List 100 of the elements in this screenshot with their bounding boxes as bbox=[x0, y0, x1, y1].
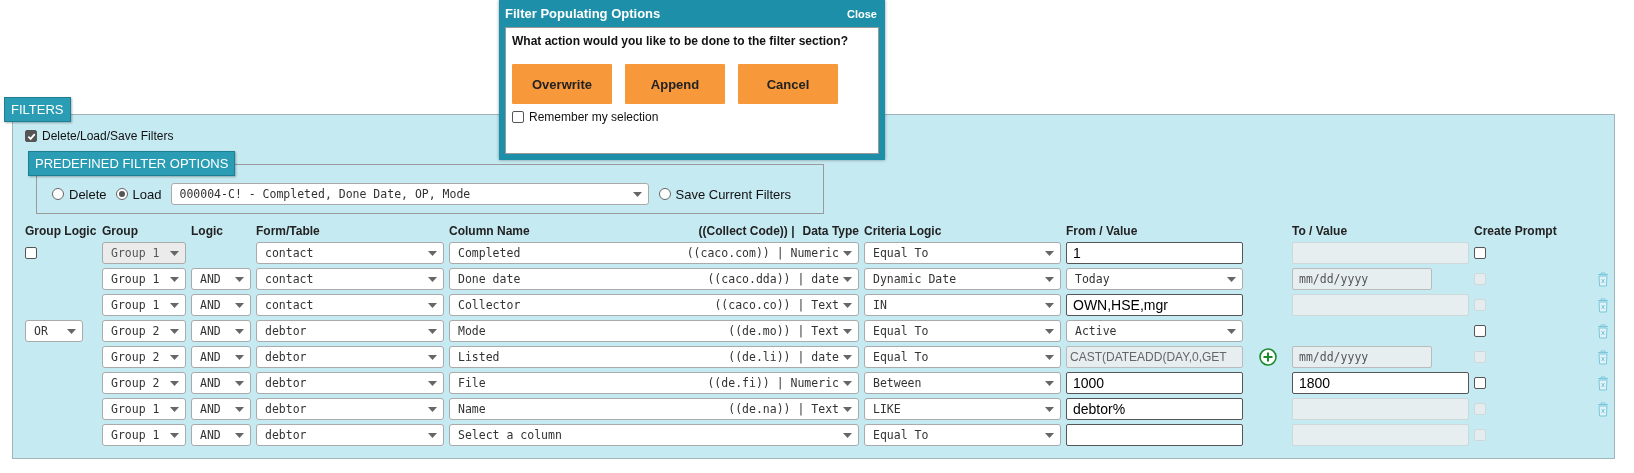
filter-select[interactable]: 000004-C! - Completed, Done Date, OP, Mode bbox=[170, 183, 649, 205]
checkbox-label: Delete/Load/Save Filters bbox=[42, 129, 174, 143]
group-select[interactable]: Group 1 bbox=[102, 268, 186, 290]
logic-select[interactable]: AND bbox=[191, 294, 251, 316]
criteria-select[interactable]: Equal To bbox=[864, 320, 1061, 342]
caret-icon bbox=[428, 276, 437, 282]
column-header: Create Prompt bbox=[1474, 224, 1558, 238]
criteria-select[interactable]: Equal To bbox=[864, 346, 1061, 368]
prompt-checkbox[interactable] bbox=[1474, 247, 1486, 259]
add-icon[interactable] bbox=[1258, 348, 1277, 366]
caret-icon bbox=[67, 328, 76, 334]
prompt-checkbox[interactable] bbox=[1474, 325, 1486, 337]
caret-icon bbox=[235, 432, 244, 438]
table-select[interactable]: debtor bbox=[256, 398, 444, 420]
table-select[interactable]: debtor bbox=[256, 320, 444, 342]
group-logic-checkbox[interactable] bbox=[25, 247, 37, 259]
column-select[interactable]: Completed ((caco.com)) | Numeric bbox=[449, 242, 859, 264]
caret-icon bbox=[170, 432, 179, 438]
group-logic-select[interactable]: OR bbox=[25, 320, 83, 342]
delete-icon[interactable] bbox=[1597, 297, 1609, 313]
column-select[interactable]: Collector ((caco.co)) | Text bbox=[449, 294, 859, 316]
value-select[interactable]: Active bbox=[1066, 320, 1243, 342]
caret-icon bbox=[843, 276, 852, 282]
caret-icon bbox=[428, 354, 437, 360]
criteria-select[interactable]: Equal To bbox=[864, 424, 1061, 446]
criteria-select[interactable]: Dynamic Date bbox=[864, 268, 1061, 290]
delete-icon[interactable] bbox=[1597, 349, 1609, 365]
action-button[interactable]: Cancel bbox=[738, 64, 838, 104]
value-field[interactable]: 1 bbox=[1066, 242, 1243, 264]
column-header: Data Type bbox=[802, 224, 859, 238]
logic-select[interactable]: AND bbox=[191, 268, 251, 290]
caret-icon bbox=[428, 250, 437, 256]
value-select[interactable]: Today bbox=[1066, 268, 1243, 290]
criteria-select[interactable]: Between bbox=[864, 372, 1061, 394]
column-select[interactable]: Mode ((de.mo)) | Text bbox=[449, 320, 859, 342]
group-select[interactable]: Group 2 bbox=[102, 320, 186, 342]
logic-select[interactable]: AND bbox=[191, 372, 251, 394]
to-value-field[interactable] bbox=[1292, 294, 1469, 316]
value-field[interactable]: debtor% bbox=[1066, 398, 1243, 420]
caret-icon bbox=[235, 354, 244, 360]
value-field[interactable]: CAST(DATEADD(DAY,0,GET bbox=[1066, 346, 1243, 368]
action-button[interactable]: Append bbox=[625, 64, 725, 104]
caret-icon bbox=[843, 302, 852, 308]
group-select[interactable]: Group 1 bbox=[102, 424, 186, 446]
group-select[interactable]: Group 2 bbox=[102, 346, 186, 368]
delete-icon[interactable] bbox=[1597, 271, 1609, 287]
group-select[interactable]: Group 1 bbox=[102, 294, 186, 316]
column-select[interactable]: Done date ((caco.dda)) | date bbox=[449, 268, 859, 290]
radio-button[interactable] bbox=[115, 188, 128, 200]
delete-icon[interactable] bbox=[1597, 323, 1609, 339]
criteria-select[interactable]: IN bbox=[864, 294, 1061, 316]
value-field[interactable]: OWN,HSE,mgr bbox=[1066, 294, 1243, 316]
to-value-field[interactable]: 1800 bbox=[1292, 372, 1469, 394]
logic-select[interactable]: AND bbox=[191, 320, 251, 342]
column-header: Group Logic bbox=[25, 224, 97, 238]
prompt-checkbox[interactable] bbox=[1474, 377, 1486, 389]
criteria-select[interactable]: LIKE bbox=[864, 398, 1061, 420]
logic-select[interactable]: AND bbox=[191, 346, 251, 368]
caret-icon bbox=[170, 276, 179, 282]
to-value-field[interactable] bbox=[1292, 398, 1469, 420]
radio-label: Delete bbox=[69, 186, 107, 202]
group-select[interactable]: Group 2 bbox=[102, 372, 186, 394]
table-select[interactable]: contact bbox=[256, 294, 444, 316]
column-select[interactable]: Name ((de.na)) | Text bbox=[449, 398, 859, 420]
table-select[interactable]: contact bbox=[256, 242, 444, 264]
table-select[interactable]: debtor bbox=[256, 424, 444, 446]
value-field[interactable]: 1000 bbox=[1066, 372, 1243, 394]
table-select[interactable]: debtor bbox=[256, 346, 444, 368]
radio-button[interactable] bbox=[52, 188, 64, 200]
caret-icon bbox=[1045, 380, 1054, 386]
caret-icon bbox=[1045, 328, 1054, 334]
table-select[interactable]: contact bbox=[256, 268, 444, 290]
checkbox[interactable] bbox=[25, 130, 37, 142]
delete-icon[interactable] bbox=[1597, 401, 1609, 417]
column-select[interactable]: Select a column bbox=[449, 424, 859, 446]
criteria-select[interactable]: Equal To bbox=[864, 242, 1061, 264]
checkbox[interactable] bbox=[512, 111, 524, 123]
group-select[interactable]: Group 1 bbox=[102, 398, 186, 420]
to-value-field[interactable] bbox=[1292, 242, 1469, 264]
column-select[interactable]: Listed ((de.li)) | date bbox=[449, 346, 859, 368]
dialog-question: What action would you like to be done to the filter section? bbox=[512, 34, 849, 48]
close-button[interactable]: Close bbox=[847, 7, 877, 20]
date-field[interactable]: mm/dd/yyyy bbox=[1292, 346, 1432, 368]
delete-icon[interactable] bbox=[1597, 375, 1609, 391]
table-select[interactable]: debtor bbox=[256, 372, 444, 394]
caret-icon bbox=[1045, 432, 1054, 438]
date-field[interactable]: mm/dd/yyyy bbox=[1292, 268, 1432, 290]
logic-select[interactable]: AND bbox=[191, 424, 251, 446]
caret-icon bbox=[235, 276, 244, 282]
action-button[interactable]: Overwrite bbox=[512, 64, 612, 104]
caret-icon bbox=[1045, 250, 1054, 256]
radio-button[interactable] bbox=[658, 188, 671, 200]
caret-icon bbox=[170, 328, 179, 334]
to-value-field[interactable] bbox=[1292, 424, 1469, 446]
value-field[interactable] bbox=[1066, 424, 1243, 446]
caret-icon bbox=[170, 406, 179, 412]
logic-select[interactable]: AND bbox=[191, 398, 251, 420]
column-header: ((Collect Code)) | bbox=[698, 224, 795, 238]
column-select[interactable]: File ((de.fi)) | Numeric bbox=[449, 372, 859, 394]
caret-icon bbox=[843, 380, 852, 386]
